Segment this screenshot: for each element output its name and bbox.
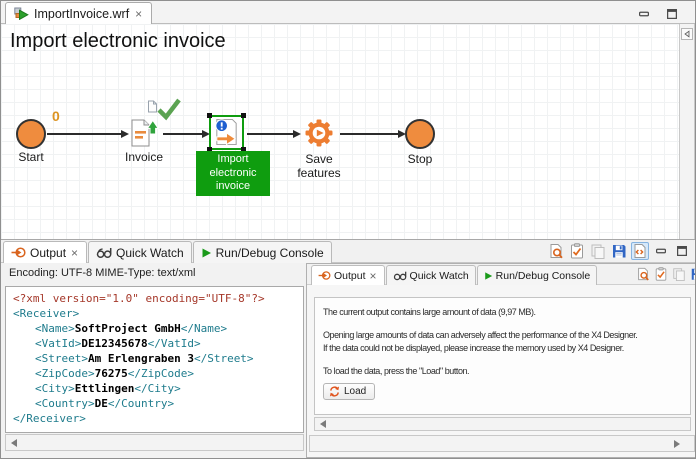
success-checkmark-icon bbox=[156, 97, 182, 122]
restore-panel-arrow-icon[interactable] bbox=[681, 28, 693, 40]
tab-run-debug-secondary[interactable]: Run/Debug Console bbox=[477, 265, 598, 285]
search-output-icon[interactable] bbox=[635, 266, 651, 282]
node-import-label: Import electronic invoice bbox=[196, 151, 270, 196]
xml-line: <Country>DE</Country> bbox=[13, 396, 303, 411]
xml-line: <VatId>DE12345678</VatId> bbox=[13, 336, 303, 351]
xml-output-view[interactable]: <?xml version="1.0" encoding="UTF-8"?><R… bbox=[5, 286, 304, 433]
save-output-icon[interactable] bbox=[689, 266, 696, 282]
message-line: Opening large amounts of data can advers… bbox=[323, 330, 682, 340]
quick-watch-glasses-icon bbox=[393, 270, 407, 281]
encoding-mime-line: Encoding: UTF-8 MIME-Type: text/xml bbox=[9, 267, 195, 279]
xml-line: <Name>SoftProject GmbH</Name> bbox=[13, 321, 303, 336]
xml-line: <Receiver> bbox=[13, 306, 303, 321]
clipboard-check-icon[interactable] bbox=[568, 242, 586, 260]
tab-output-close-icon[interactable]: × bbox=[70, 247, 79, 259]
edge-save-stop[interactable] bbox=[340, 133, 404, 135]
node-invoice[interactable] bbox=[128, 116, 159, 149]
secondary-output-panel: Output × Quick Watch Run/ bbox=[306, 263, 696, 458]
editor-tabbar: ImportInvoice.wrf × bbox=[1, 1, 695, 24]
node-start-label: Start bbox=[12, 150, 50, 164]
node-import-label-line: Import bbox=[196, 153, 270, 167]
node-import-label-line: invoice bbox=[196, 180, 270, 194]
edge-counter-badge: 0 bbox=[52, 108, 60, 124]
xml-horizontal-scrollbar[interactable] bbox=[5, 434, 304, 451]
copy-icon[interactable] bbox=[589, 242, 607, 260]
workflow-canvas[interactable]: Import electronic invoice Start 0 Invoic… bbox=[1, 24, 696, 239]
edge-invoice-import[interactable] bbox=[163, 133, 208, 135]
editor-tab-title: ImportInvoice.wrf bbox=[34, 7, 129, 21]
tab-quick-watch-secondary-label: Quick Watch bbox=[410, 270, 469, 282]
tab-output-secondary-label: Output bbox=[334, 270, 366, 282]
workflow-file-icon bbox=[14, 7, 29, 20]
node-import-label-line: electronic bbox=[196, 167, 270, 181]
editor-tab-close-icon[interactable]: × bbox=[134, 8, 143, 20]
clipboard-check-icon[interactable] bbox=[653, 266, 669, 282]
scroll-left-arrow-icon[interactable] bbox=[11, 439, 17, 447]
xml-line: <City>Ettlingen</City> bbox=[13, 381, 303, 396]
scroll-right-arrow-icon[interactable] bbox=[674, 440, 680, 448]
editor-tab-importinvoice[interactable]: ImportInvoice.wrf × bbox=[5, 2, 152, 24]
run-debug-play-icon bbox=[201, 247, 212, 259]
tab-run-debug-console[interactable]: Run/Debug Console bbox=[193, 241, 332, 263]
panel-horizontal-scrollbar[interactable] bbox=[309, 435, 695, 452]
message-line: To load the data, press the "Load" butto… bbox=[323, 366, 682, 376]
tab-output-label: Output bbox=[30, 246, 66, 260]
collapsed-panel-strip bbox=[679, 24, 695, 239]
tab-output-secondary-close-icon[interactable]: × bbox=[369, 270, 378, 282]
scroll-left-arrow-icon[interactable] bbox=[320, 420, 326, 428]
selection-handle[interactable] bbox=[207, 113, 212, 118]
xml-line: <ZipCode>76275</ZipCode> bbox=[13, 366, 303, 381]
copy-icon[interactable] bbox=[671, 266, 687, 282]
output-icon bbox=[318, 270, 331, 281]
xml-line: </Receiver> bbox=[13, 411, 303, 426]
quick-watch-glasses-icon bbox=[96, 246, 112, 259]
edge-import-save[interactable] bbox=[247, 133, 299, 135]
load-button-label: Load bbox=[344, 386, 366, 397]
search-output-icon[interactable] bbox=[547, 242, 565, 260]
run-debug-play-icon bbox=[484, 271, 493, 281]
message-horizontal-scrollbar[interactable] bbox=[314, 417, 691, 431]
maximize-icon[interactable] bbox=[663, 5, 681, 23]
arrowhead-icon bbox=[293, 130, 301, 138]
tab-quick-watch-label: Quick Watch bbox=[116, 246, 184, 260]
tab-run-debug-secondary-label: Run/Debug Console bbox=[496, 270, 591, 282]
output-toolbar bbox=[547, 242, 691, 260]
node-save-features-label: Save features bbox=[282, 152, 356, 180]
xml-line: <?xml version="1.0" encoding="UTF-8"?> bbox=[13, 291, 303, 306]
node-stop-label: Stop bbox=[405, 152, 435, 166]
node-import-selected[interactable] bbox=[209, 115, 244, 150]
tab-output[interactable]: Output × bbox=[3, 241, 87, 263]
import-invoice-icon bbox=[212, 117, 241, 147]
node-start[interactable] bbox=[16, 119, 46, 149]
bottom-panel: Output × Quick Watch Run/Debug Console bbox=[1, 239, 695, 458]
large-output-message-box: The current output contains large amount… bbox=[314, 297, 691, 415]
load-refresh-icon bbox=[329, 386, 340, 397]
x4-designer-window: ImportInvoice.wrf × Import electronic in… bbox=[0, 0, 696, 459]
workflow-title: Import electronic invoice bbox=[10, 30, 226, 53]
edge-start-invoice[interactable] bbox=[47, 133, 127, 135]
save-output-icon[interactable] bbox=[610, 242, 628, 260]
node-save-features-gear-icon[interactable] bbox=[301, 116, 337, 152]
node-stop[interactable] bbox=[405, 119, 435, 149]
secondary-output-tabbar: Output × Quick Watch Run/ bbox=[307, 264, 696, 285]
output-icon bbox=[11, 246, 26, 259]
selection-handle[interactable] bbox=[241, 113, 246, 118]
tab-quick-watch[interactable]: Quick Watch bbox=[88, 241, 192, 263]
xml-line: <Street>Am Erlengraben 3</Street> bbox=[13, 351, 303, 366]
minimize-icon[interactable] bbox=[635, 5, 653, 23]
tab-run-debug-console-label: Run/Debug Console bbox=[216, 246, 324, 260]
tab-quick-watch-secondary[interactable]: Quick Watch bbox=[386, 265, 476, 285]
output-tabbar: Output × Quick Watch Run/Debug Console bbox=[1, 240, 695, 263]
message-line: The current output contains large amount… bbox=[323, 307, 682, 317]
maximize-panel-icon[interactable] bbox=[673, 242, 691, 260]
open-in-editor-icon[interactable] bbox=[631, 242, 649, 260]
load-button[interactable]: Load bbox=[323, 383, 375, 400]
minimize-panel-icon[interactable] bbox=[652, 242, 670, 260]
secondary-output-toolbar bbox=[635, 266, 696, 282]
tab-output-secondary[interactable]: Output × bbox=[311, 265, 385, 285]
node-invoice-label: Invoice bbox=[117, 150, 171, 164]
message-line: If the data could not be displayed, plea… bbox=[323, 343, 682, 353]
